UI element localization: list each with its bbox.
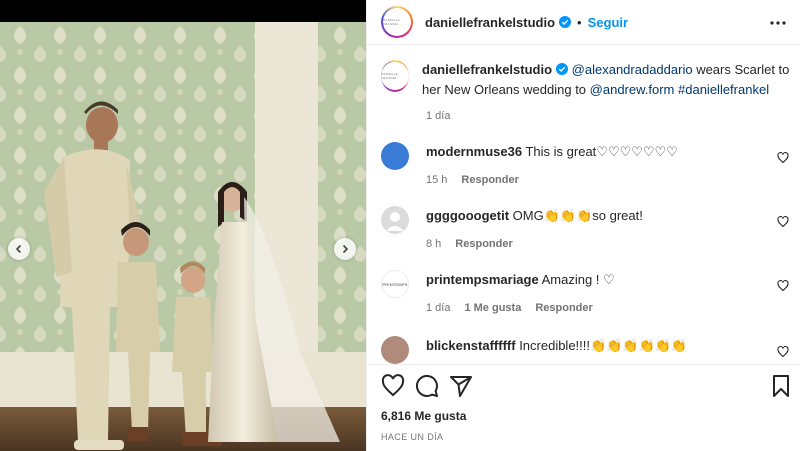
heart-icon[interactable] [777,346,789,358]
bookmark-icon[interactable] [769,374,793,398]
default-avatar-icon [386,212,404,231]
author-username[interactable]: daniellefrankelstudio [425,15,555,30]
reply-button[interactable]: Responder [461,174,518,186]
avatar-logo-text: PRINTEMPS [382,281,408,287]
comment-body: OMG👏👏👏so great! [512,208,643,223]
comment-meta: 15 h Responder [426,174,519,186]
caption-mention[interactable]: @alexandradaddario [572,62,693,77]
comment-meta: 8 h Responder [426,238,513,250]
post-header: DANIELLE FRANKEL daniellefrankelstudio •… [367,0,800,45]
comment-body: This is great♡♡♡♡♡♡♡ [525,144,678,159]
heart-icon[interactable] [777,280,789,292]
commenter-avatar[interactable] [381,142,409,170]
avatar-logo-text: DANIELLE FRANKEL [381,72,398,80]
carousel-next-button[interactable] [334,238,356,260]
commenter-avatar[interactable]: PRINTEMPS [381,270,409,298]
post-actions: 6,816 Me gusta HACE UN DÍA [367,364,800,451]
commenter-avatar[interactable] [381,206,409,234]
heart-icon[interactable] [381,374,405,398]
comment-username[interactable]: modernmuse36 [426,144,522,159]
comment-body: Incredible!!!!👏👏👏👏👏👏 [519,338,688,353]
caption-age: 1 día [426,110,451,122]
comment-text: blickenstaffffff Incredible!!!!👏👏👏👏👏👏 [426,336,687,364]
caption-meta: 1 día [426,110,450,122]
carousel-prev-button[interactable] [8,238,30,260]
separator-dot: • [577,14,582,30]
caption-mention-2[interactable]: @andrew.form [590,82,675,97]
chevron-right-icon [342,244,349,254]
header-user: daniellefrankelstudio • Seguir [425,15,628,30]
post-media [0,0,366,451]
comment-icon[interactable] [415,374,439,398]
author-avatar[interactable]: DANIELLE FRANKEL [381,60,409,92]
comment-username[interactable]: blickenstaffffff [426,338,516,353]
heart-icon[interactable] [777,216,789,228]
comment-text: ggggooogetit OMG👏👏👏so great! [426,206,643,234]
comment-username[interactable]: printempsmariage [426,272,539,287]
comment-age: 8 h [426,238,442,250]
post-side-panel: DANIELLE FRANKEL daniellefrankelstudio •… [366,0,800,451]
reply-button[interactable]: Responder [535,302,592,314]
author-avatar[interactable]: DANIELLE FRANKEL [381,6,413,38]
verified-badge-icon [556,63,569,75]
comment-meta: 1 día 1 Me gusta Responder [426,302,593,314]
post-timestamp[interactable]: HACE UN DÍA [381,432,443,442]
chevron-left-icon [15,244,22,254]
more-icon [770,21,786,25]
comment-body: Amazing ! ♡ [541,272,615,287]
comment-age: 1 día [426,302,451,314]
follow-button[interactable]: Seguir [588,15,628,30]
caption: DANIELLE FRANKEL daniellefrankelstudio @… [381,60,791,100]
comment-item: modernmuse36 This is great♡♡♡♡♡♡♡ [381,142,791,170]
share-icon[interactable] [449,374,473,398]
heart-icon[interactable] [777,152,789,164]
likes-count[interactable]: 6,816 Me gusta [381,409,466,423]
caption-hashtag[interactable]: #daniellefrankel [678,82,769,97]
caption-username[interactable]: daniellefrankelstudio [422,62,552,77]
comment-item: PRINTEMPS printempsmariage Amazing ! ♡ [381,270,791,298]
avatar-logo-text: DANIELLE FRANKEL [383,18,400,26]
comment-username[interactable]: ggggooogetit [426,208,509,223]
comment-text: printempsmariage Amazing ! ♡ [426,270,615,298]
comment-age: 15 h [426,174,448,186]
comment-text: modernmuse36 This is great♡♡♡♡♡♡♡ [426,142,678,170]
more-options-button[interactable] [769,14,787,32]
verified-badge-icon [559,16,572,28]
reply-button[interactable]: Responder [455,238,512,250]
commenter-avatar[interactable] [381,336,409,364]
caption-text: daniellefrankelstudio @alexandradaddario… [422,60,791,100]
comments-list: DANIELLE FRANKEL daniellefrankelstudio @… [367,46,800,364]
comment-item: blickenstaffffff Incredible!!!!👏👏👏👏👏👏 [381,336,791,364]
comment-item: ggggooogetit OMG👏👏👏so great! [381,206,791,234]
comment-likes-count[interactable]: 1 Me gusta [464,302,521,314]
post-photo [0,22,366,451]
